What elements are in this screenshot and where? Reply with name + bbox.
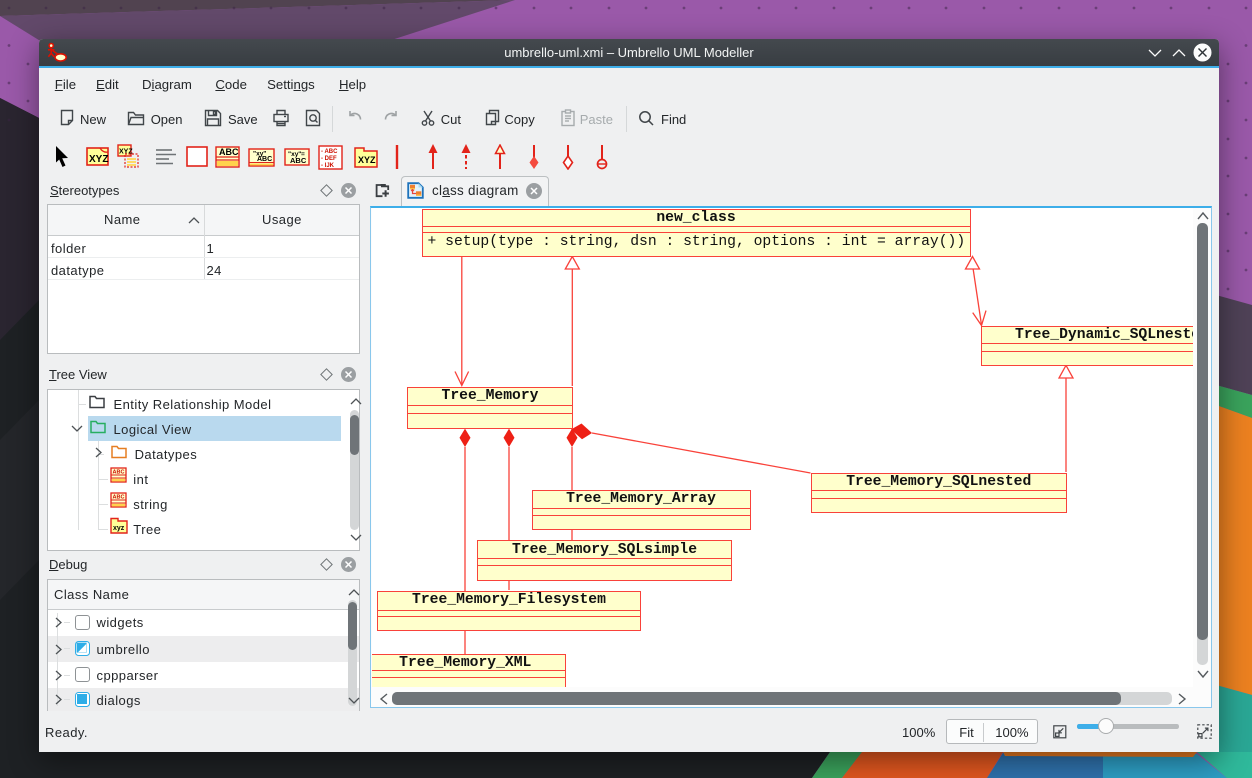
svg-text:ABC: ABC <box>290 156 307 165</box>
svg-text:- IJK: - IJK <box>321 163 335 169</box>
svg-text:XYZ: XYZ <box>358 155 376 165</box>
svg-text:xyz: xyz <box>113 525 125 532</box>
svg-text:XYZ: XYZ <box>89 154 108 165</box>
svg-text:- DEF: - DEF <box>321 156 337 162</box>
svg-text:ABC: ABC <box>257 156 272 163</box>
svg-text:ABC: ABC <box>219 147 239 157</box>
svg-text:- ABC: - ABC <box>321 149 338 155</box>
